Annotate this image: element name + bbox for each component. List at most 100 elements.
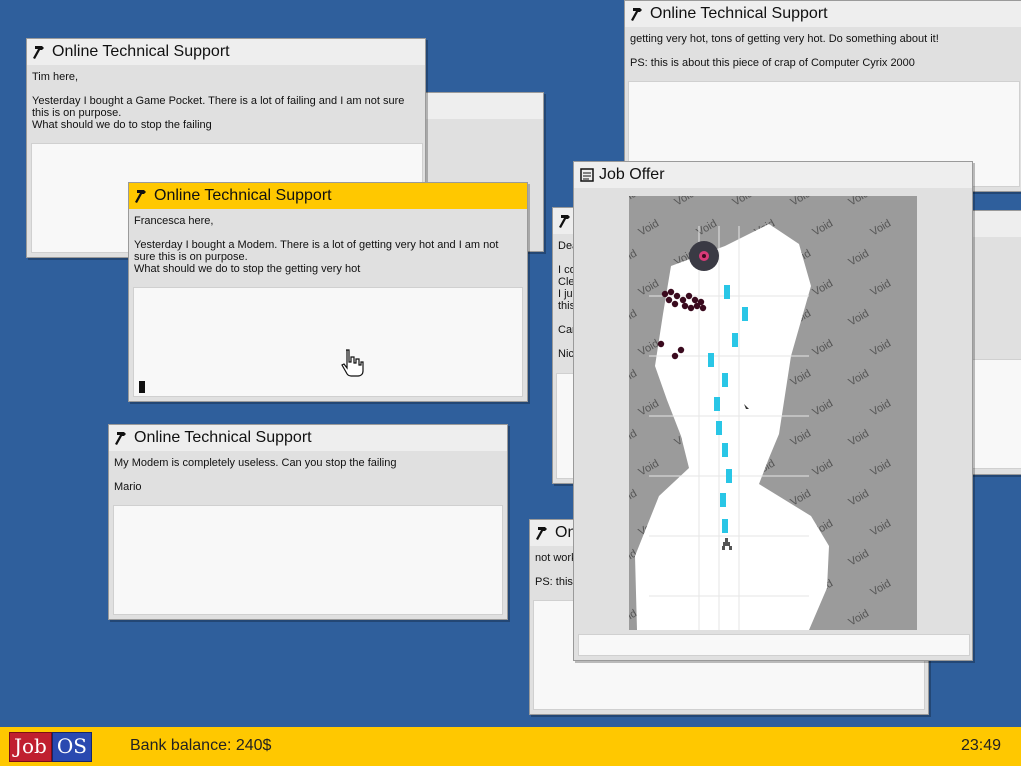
void-watermark: Void xyxy=(847,307,872,328)
void-watermark: Void xyxy=(869,457,894,478)
job-offer-window[interactable]: Job Offer Void Void Void Void Void Void Void Vo… xyxy=(573,161,973,661)
hammer-icon xyxy=(135,190,146,203)
text-caret xyxy=(139,381,145,393)
hammer-icon xyxy=(536,527,547,540)
hammer-icon xyxy=(559,215,570,228)
void-watermark: Void xyxy=(869,577,894,598)
game-svg: Void Void Void Void Void Void Void Void Void Void… xyxy=(629,196,894,630)
void-watermark: Void xyxy=(637,277,662,298)
logo-job: Job xyxy=(9,732,52,762)
enemy-blob xyxy=(691,296,699,304)
void-watermark: Void xyxy=(811,217,836,238)
player-bullet xyxy=(716,421,722,435)
void-watermark: Void xyxy=(637,397,662,418)
window-titlebar[interactable]: Online Technical Support xyxy=(129,183,527,209)
enemy-blob xyxy=(699,304,707,312)
enemy-blob xyxy=(667,288,675,296)
player-bullet xyxy=(724,285,730,299)
logo-os: OS xyxy=(51,732,92,762)
void-watermark: Void xyxy=(789,367,814,388)
enemy-blob xyxy=(679,296,687,304)
void-watermark: Void xyxy=(869,337,894,358)
enemy-blob xyxy=(693,302,701,310)
player-bullet xyxy=(722,443,728,457)
window-title: Online Technical Support xyxy=(650,5,828,22)
window-title: Online Technical Support xyxy=(52,43,230,60)
void-watermark: Void xyxy=(789,427,814,448)
player-bullet xyxy=(722,519,728,533)
bank-balance: Bank balance: 240$ xyxy=(130,737,272,754)
player-bullet xyxy=(708,353,714,367)
player-bullet xyxy=(714,397,720,411)
void-watermark: Void xyxy=(731,196,756,209)
player-bullet xyxy=(742,307,748,321)
hammer-icon xyxy=(631,8,642,21)
window-title: Online Technical Support xyxy=(134,429,312,446)
support-window-francesca[interactable]: Online Technical Support Francesca here,… xyxy=(128,182,528,402)
void-watermark: Void xyxy=(811,397,836,418)
snowman-path xyxy=(635,224,829,630)
enemy-blob xyxy=(665,296,673,304)
void-watermark: Void xyxy=(847,607,872,628)
support-message: Tim here, Yesterday I bought a Game Pock… xyxy=(32,71,405,131)
enemy-blob xyxy=(685,292,693,300)
void-watermark: Void xyxy=(629,367,639,388)
player-bullet xyxy=(720,493,726,507)
game-canvas[interactable]: Void Void Void Void Void Void Void Void Void Void… xyxy=(629,196,917,630)
enemy-blob xyxy=(657,340,665,348)
void-watermark: Void xyxy=(629,487,639,508)
enemy-blob xyxy=(677,346,685,354)
void-watermark: Void xyxy=(789,196,814,209)
void-watermark: Void xyxy=(811,277,836,298)
void-watermark: Void xyxy=(847,547,872,568)
void-watermark: Void xyxy=(847,196,872,209)
window-titlebar[interactable]: Online Technical Support xyxy=(27,39,425,65)
void-watermark: Void xyxy=(629,247,639,268)
job-offer-input[interactable] xyxy=(578,634,970,656)
void-watermark: Void xyxy=(869,397,894,418)
taskbar: Job OS Bank balance: 240$ 23:49 xyxy=(0,727,1021,766)
document-icon xyxy=(580,168,594,182)
void-watermark: Void xyxy=(869,217,894,238)
enemy-blob xyxy=(687,304,695,312)
support-message: Francesca here, Yesterday I bought a Mod… xyxy=(134,215,499,275)
hand-pointer-icon xyxy=(341,349,364,377)
void-watermark: Void xyxy=(869,277,894,298)
support-message: My Modem is completely useless. Can you … xyxy=(114,457,397,493)
void-watermark: Void xyxy=(869,517,894,538)
enemy-blob xyxy=(671,300,679,308)
void-watermark: Void xyxy=(847,427,872,448)
enemy-blob xyxy=(681,302,689,310)
void-watermark: Void xyxy=(847,487,872,508)
void-watermark: Void xyxy=(637,217,662,238)
window-title: Job Offer xyxy=(599,166,665,183)
player-bullet xyxy=(732,333,738,347)
void-watermark: Void xyxy=(629,427,639,448)
void-watermark: Void xyxy=(629,196,639,209)
clock: 23:49 xyxy=(960,737,1001,754)
void-watermark: Void xyxy=(811,457,836,478)
reply-field[interactable] xyxy=(113,505,503,615)
window-titlebar[interactable]: Online Technical Support xyxy=(625,1,1021,27)
window-titlebar[interactable] xyxy=(421,93,543,119)
boss-eye xyxy=(689,241,719,271)
hammer-icon xyxy=(33,46,44,59)
window-titlebar[interactable]: Online Technical Support xyxy=(109,425,507,451)
window-titlebar[interactable]: Job Offer xyxy=(574,162,972,188)
void-watermark: Void xyxy=(695,217,720,238)
enemy-blob xyxy=(661,290,669,298)
player-bullet xyxy=(722,373,728,387)
void-watermark: Void xyxy=(629,307,639,328)
reply-field[interactable] xyxy=(133,287,523,397)
hammer-icon xyxy=(115,432,126,445)
jobos-logo[interactable]: Job OS xyxy=(9,732,92,762)
void-watermark: Void xyxy=(847,367,872,388)
enemy-blob xyxy=(671,352,679,360)
support-message: getting very hot, tons of getting very h… xyxy=(630,33,939,69)
window-title: Online Technical Support xyxy=(154,187,332,204)
void-watermark: Void xyxy=(847,247,872,268)
player-bullet xyxy=(726,469,732,483)
enemy-blob xyxy=(673,292,681,300)
support-window-mario[interactable]: Online Technical Support My Modem is com… xyxy=(108,424,508,620)
void-watermark: Void xyxy=(637,457,662,478)
